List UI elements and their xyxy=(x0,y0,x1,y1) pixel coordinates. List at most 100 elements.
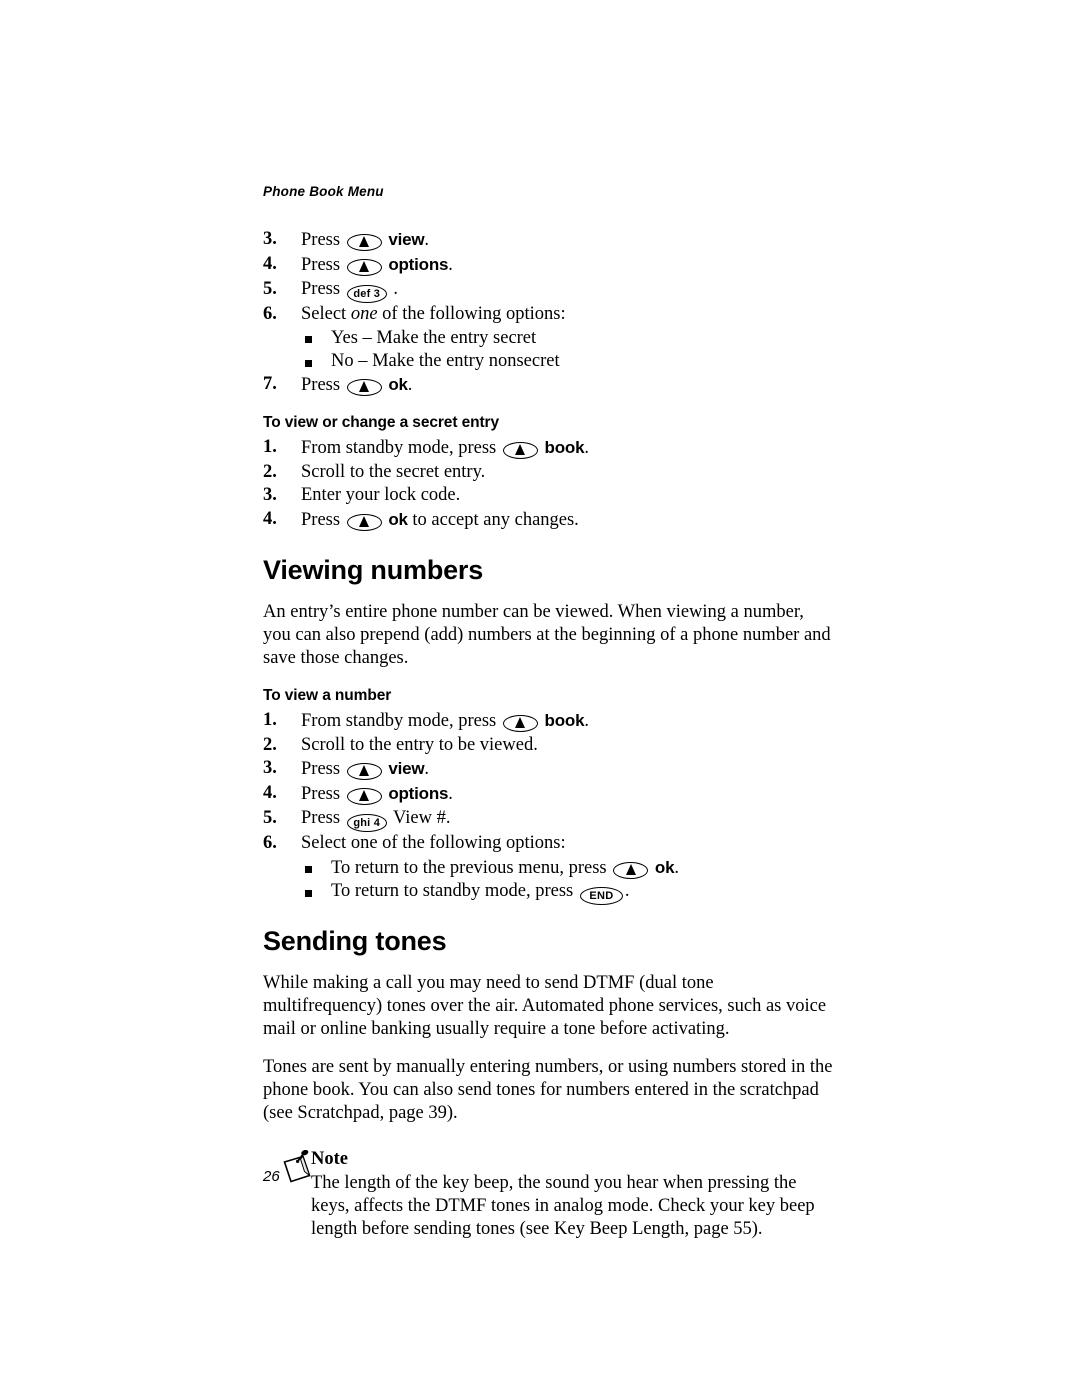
softkey-label: options xyxy=(388,784,449,804)
step-item: 6. Select one of the following options: xyxy=(263,303,833,326)
step-number: 1. xyxy=(263,436,277,457)
step-number: 7. xyxy=(263,374,277,395)
note-body: The length of the key beep, the sound yo… xyxy=(311,1172,815,1240)
bullet-text-before: To return to standby mode, press xyxy=(331,881,574,902)
step-text-after: . xyxy=(424,759,429,780)
step-item: 6. Select one of the following options: xyxy=(263,832,833,855)
step-item: 3. Press view. xyxy=(263,757,833,781)
step-item: 4. Press options. xyxy=(263,253,833,277)
step-text: Select one of the following options: xyxy=(301,833,566,854)
bullet-item: To return to standby mode, press END. xyxy=(263,880,833,906)
step-text-after: . xyxy=(424,230,429,250)
step-text: Scroll to the secret entry. xyxy=(301,461,486,482)
note-title: Note xyxy=(311,1148,348,1169)
square-bullet-icon xyxy=(305,359,312,367)
step-item: 5. Press ghi 4 View #. xyxy=(263,807,833,832)
keypad-key-def3-icon[interactable]: def 3 xyxy=(346,284,387,303)
step-text-after: . xyxy=(448,784,453,805)
step-item: 3. Enter your lock code. xyxy=(263,484,833,507)
step-text-after: . xyxy=(584,710,589,731)
softkey-up-arrow-icon[interactable] xyxy=(346,788,382,806)
step-number: 3. xyxy=(263,229,277,249)
page-number: 26 xyxy=(263,1168,280,1185)
bullet-item: No – Make the entry nonsecret xyxy=(263,350,833,373)
step-list-secret-entry: 1. From standby mode, press book. 2. Scr… xyxy=(263,436,833,533)
step-number: 4. xyxy=(263,783,277,804)
step-text-before: Press xyxy=(301,375,341,396)
step-item: 1. From standby mode, press book. xyxy=(263,436,833,460)
step-number: 2. xyxy=(263,734,277,755)
step-list-secret-setup: 3. Press view. 4. Press options. 5. Pres… xyxy=(263,228,833,398)
secret-entry-section: To view or change a secret entry 1. From… xyxy=(263,414,833,533)
step-text-after: . xyxy=(584,437,589,458)
step-text-before: Press xyxy=(301,278,341,299)
step-text-before: Press xyxy=(301,254,341,275)
sending-tones-paragraph-2: Tones are sent by manually entering numb… xyxy=(263,1056,833,1124)
step-number: 5. xyxy=(263,278,277,299)
softkey-label: book xyxy=(544,710,585,730)
softkey-up-arrow-icon[interactable] xyxy=(502,441,538,459)
square-bullet-icon xyxy=(305,336,312,344)
step-text-after: . xyxy=(393,278,398,299)
softkey-label: book xyxy=(544,437,585,457)
intro-paragraph: An entry’s entire phone number can be vi… xyxy=(263,601,831,669)
softkey-up-arrow-icon[interactable] xyxy=(613,862,649,880)
step-item: 2. Scroll to the entry to be viewed. xyxy=(263,734,833,757)
step-text-before: Press xyxy=(301,230,341,250)
softkey-up-arrow-icon[interactable] xyxy=(346,258,382,276)
bullet-text-after: . xyxy=(674,858,679,879)
step-text-before: Press xyxy=(301,759,341,780)
step-item: 5. Press def 3 . xyxy=(263,278,833,303)
step-text-after: . xyxy=(448,254,453,275)
softkey-label: ok xyxy=(654,858,675,878)
step-text-after: View #. xyxy=(392,807,451,828)
step-text: Enter your lock code. xyxy=(301,485,461,506)
step-item: 4. Press options. xyxy=(263,782,833,806)
softkey-up-arrow-icon[interactable] xyxy=(502,714,538,732)
step-number: 2. xyxy=(263,461,277,482)
keypad-key-ghi4-icon[interactable]: ghi 4 xyxy=(346,813,387,832)
step-text-before: Press xyxy=(301,784,341,805)
step-number: 6. xyxy=(263,304,277,325)
step-number: 3. xyxy=(263,758,277,779)
bullet-text: Yes – Make the entry secret xyxy=(331,327,537,348)
step-number: 3. xyxy=(263,485,277,506)
viewing-numbers-section: Viewing numbers xyxy=(263,555,833,586)
softkey-label: view xyxy=(388,759,425,779)
square-bullet-icon xyxy=(305,889,312,897)
step-text-after: to accept any changes. xyxy=(412,510,579,531)
running-header: Phone Book Menu xyxy=(263,184,384,199)
sending-tones-paragraph-1: While making a call you may need to send… xyxy=(263,972,827,1040)
page-title-viewing-numbers: Viewing numbers xyxy=(263,555,484,586)
note-pushpin-icon xyxy=(282,1149,316,1184)
step-text-before: Select xyxy=(301,304,347,325)
step-text-before: Press xyxy=(301,510,341,531)
step-text: Scroll to the entry to be viewed. xyxy=(301,734,538,755)
end-key-icon[interactable]: END xyxy=(579,887,623,906)
bullet-text-after: . xyxy=(624,881,630,902)
softkey-up-arrow-icon[interactable] xyxy=(346,379,382,397)
step-text-after: of the following options: xyxy=(382,304,566,325)
step-text-before: From standby mode, press xyxy=(301,437,497,458)
sub-heading: To view a number xyxy=(263,686,392,704)
square-bullet-icon xyxy=(305,865,312,873)
softkey-up-arrow-icon[interactable] xyxy=(346,514,382,532)
step-number: 4. xyxy=(263,253,277,274)
page-title-sending-tones: Sending tones xyxy=(263,926,447,957)
step-item: 1. From standby mode, press book. xyxy=(263,709,833,733)
step-text-after: . xyxy=(407,375,413,396)
step-item: 4. Press ok to accept any changes. xyxy=(263,508,833,532)
step-item: 2. Scroll to the secret entry. xyxy=(263,461,833,484)
manual-page: Phone Book Menu 3. Press view. 4. Press … xyxy=(0,0,1080,1397)
sub-heading: To view or change a secret entry xyxy=(263,413,499,431)
page-content: 3. Press view. 4. Press options. 5. Pres… xyxy=(263,228,833,1242)
step-emphasis: one xyxy=(350,304,378,325)
softkey-label: view xyxy=(388,230,425,249)
step-list-view-number: 1. From standby mode, press book. 2. Scr… xyxy=(263,709,833,906)
softkey-up-arrow-icon[interactable] xyxy=(346,234,382,251)
softkey-up-arrow-icon[interactable] xyxy=(346,763,382,781)
note-callout: Note The length of the key beep, the sou… xyxy=(263,1148,833,1242)
sending-tones-section: Sending tones xyxy=(263,926,833,957)
step-number: 6. xyxy=(263,833,277,854)
softkey-label: ok xyxy=(388,510,408,530)
